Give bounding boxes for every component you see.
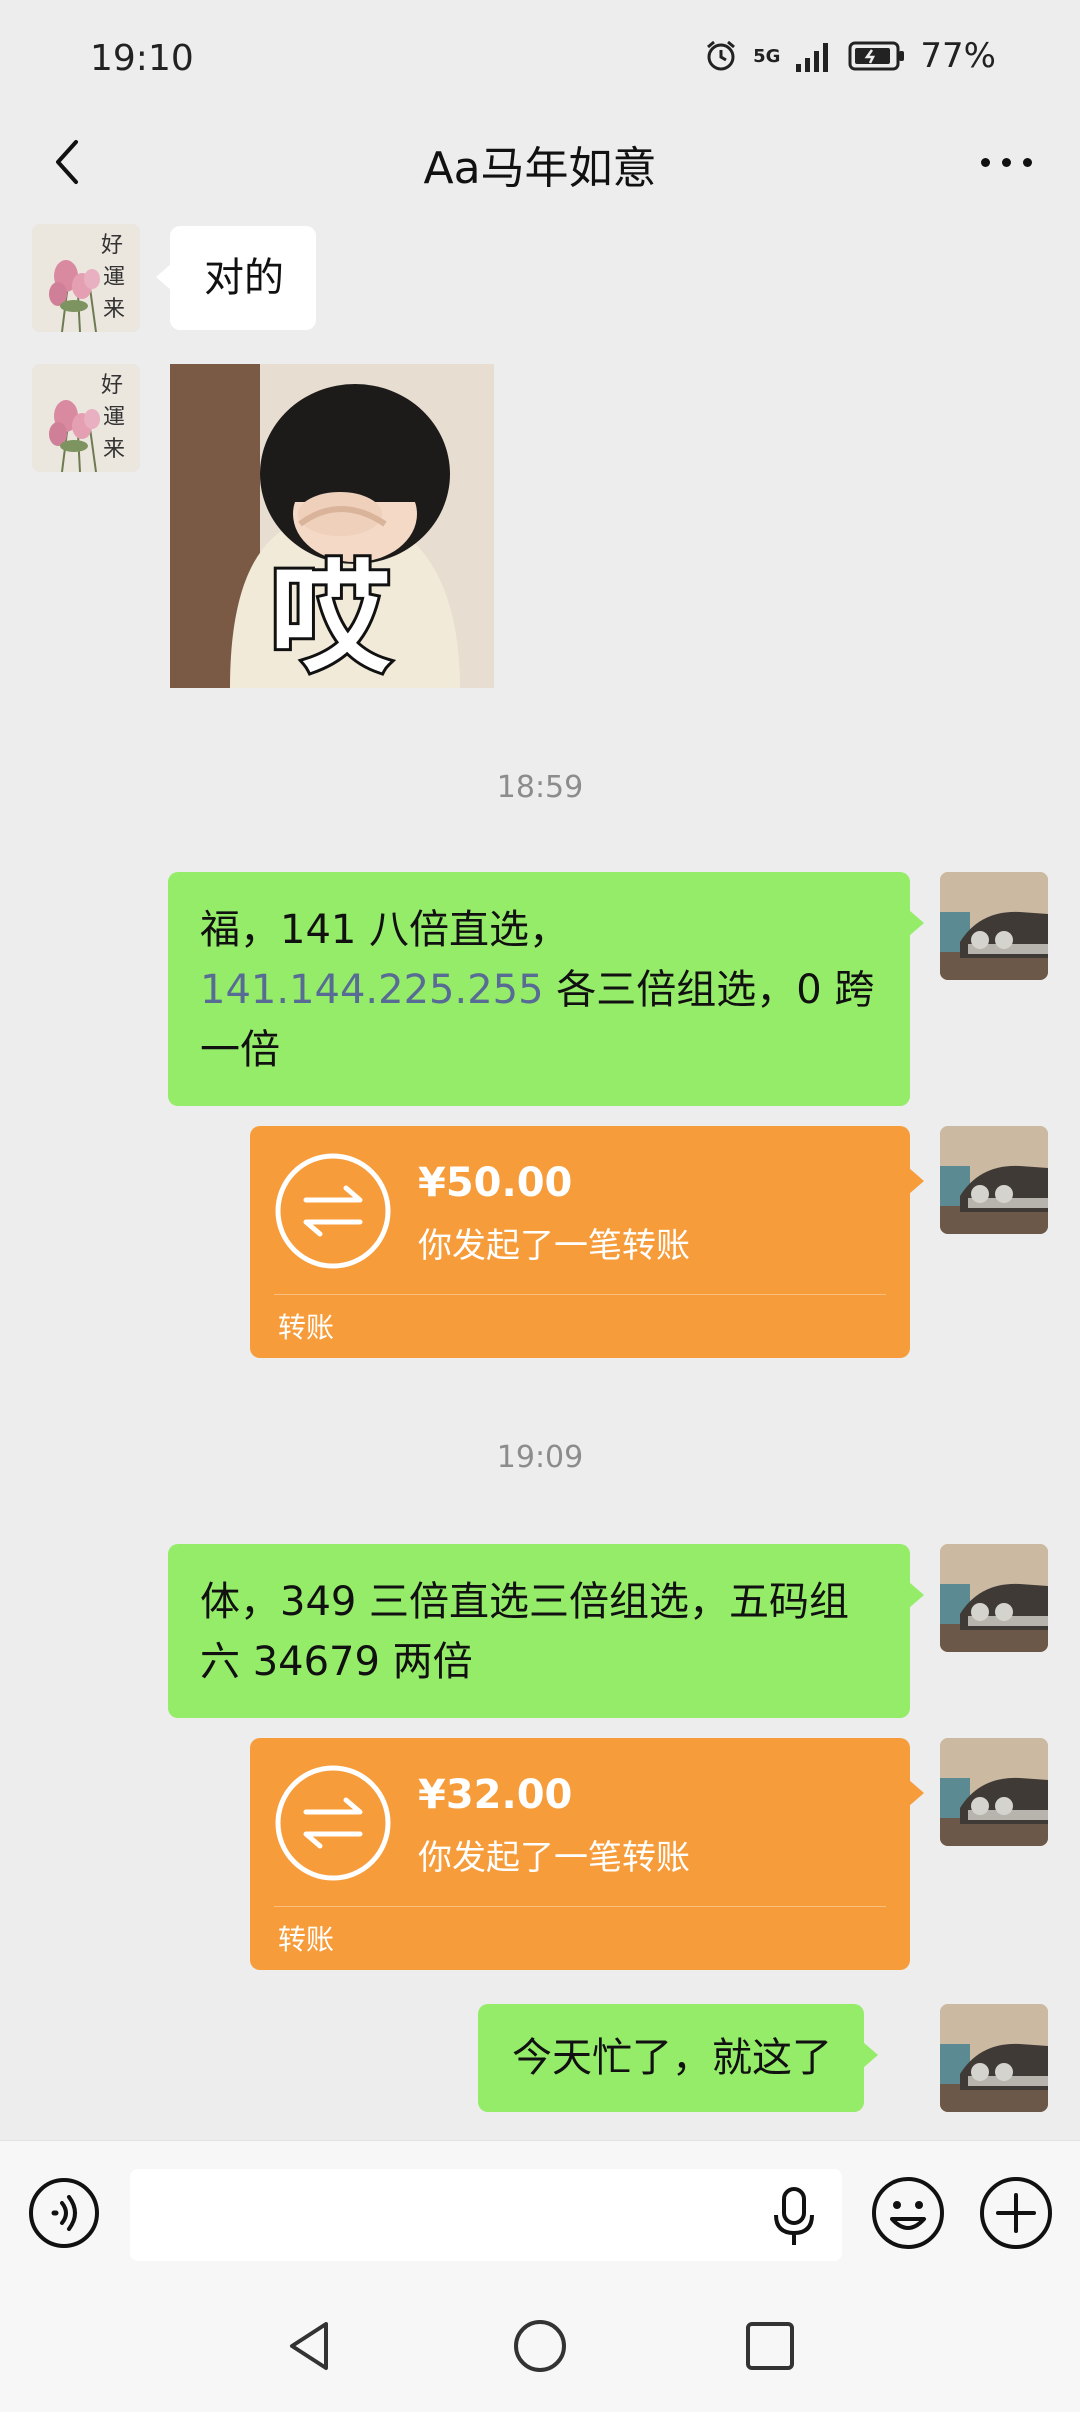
transfer-amount: ¥50.00 [418, 1160, 573, 1206]
message-bubble-sent[interactable]: 今天忙了，就这了 [478, 2004, 878, 2112]
transfer-arrows-icon [275, 1765, 391, 1881]
message-text: 对的 [204, 255, 284, 301]
message-link[interactable]: 141.144.225.255 [200, 967, 544, 1013]
status-indicators: 5G 77% [703, 36, 996, 76]
vintage-car-image [940, 1738, 1048, 1846]
voice-icon[interactable] [28, 2177, 100, 2249]
self-avatar[interactable] [940, 2004, 1048, 2112]
sticker-caption: 哎 [270, 550, 391, 688]
vintage-car-image [940, 1126, 1048, 1234]
self-avatar[interactable] [940, 872, 1048, 980]
avatar-calligraphy-2: 運 [103, 405, 125, 430]
message-bubble-received[interactable]: 对的 [156, 226, 316, 330]
transfer-arrows-icon [275, 1153, 391, 1269]
more-dots-icon [1001, 157, 1011, 167]
sticker-image[interactable]: 哎 [170, 364, 494, 688]
self-avatar[interactable] [940, 1126, 1048, 1234]
nav-recent-apps-icon[interactable] [740, 2316, 800, 2376]
microphone-icon[interactable] [772, 2187, 816, 2247]
more-dots-icon [1022, 157, 1032, 167]
transfer-card[interactable]: ¥50.00 你发起了一笔转账 转账 [250, 1126, 924, 1358]
plus-icon[interactable] [978, 2175, 1054, 2251]
message-input[interactable] [130, 2169, 842, 2261]
transfer-card[interactable]: ¥32.00 你发起了一笔转账 转账 [250, 1738, 924, 1970]
message-bubble-sent[interactable]: 体，349 三倍直选三倍组选，五码组六 34679 两倍 [168, 1544, 924, 1718]
self-avatar[interactable] [940, 1738, 1048, 1846]
message-text: 体，349 三倍直选三倍组选，五码组六 34679 两倍 [200, 1579, 850, 1685]
emoji-icon[interactable] [870, 2175, 946, 2251]
avatar-calligraphy-3: 来 [103, 297, 125, 322]
battery-icon [848, 41, 905, 71]
signal-icon [796, 43, 829, 72]
message-bubble-sent[interactable]: 福，141 八倍直选，141.144.225.255 各三倍组选，0 跨一倍 [168, 872, 924, 1106]
status-time: 19:10 [90, 38, 194, 79]
self-avatar[interactable] [940, 1544, 1048, 1652]
system-nav-bar [0, 2280, 1080, 2412]
message-text-part: 福，141 八倍直选， [200, 907, 570, 953]
transfer-divider [274, 1294, 886, 1295]
battery-percentage: 77% [920, 36, 996, 76]
time-separator: 18:59 [496, 770, 584, 805]
alarm-icon [707, 40, 736, 71]
avatar-calligraphy-1: 好 [101, 233, 123, 258]
transfer-label: 转账 [278, 1923, 335, 1956]
message-text: 今天忙了，就这了 [512, 2035, 832, 2081]
avatar-calligraphy-2: 運 [103, 265, 125, 290]
transfer-amount: ¥32.00 [418, 1772, 573, 1818]
time-separator: 19:09 [496, 1440, 584, 1475]
message-text: 福，141 八倍直选，141.144.225.255 各三倍组选，0 跨一倍 [200, 907, 874, 1073]
transfer-description: 你发起了一笔转账 [418, 1838, 690, 1878]
input-bar [0, 2140, 1080, 2280]
nav-back-icon[interactable] [280, 2316, 340, 2376]
more-button[interactable] [958, 130, 1054, 194]
contact-avatar[interactable]: 好 運 来 [32, 364, 140, 472]
nav-home-icon[interactable] [510, 2316, 570, 2376]
transfer-divider [274, 1906, 886, 1907]
network-type-label: 5G [753, 45, 781, 67]
lotus-flower-image: 好 運 来 [32, 364, 140, 472]
status-bar: 19:10 5G 77% [0, 0, 1080, 120]
vintage-car-image [940, 2004, 1048, 2112]
transfer-label: 转账 [278, 1311, 335, 1344]
chat-title: Aa马年如意 [423, 143, 657, 194]
more-dots-icon [980, 157, 990, 167]
avatar-calligraphy-3: 来 [103, 437, 125, 462]
chat-header: Aa马年如意 [0, 120, 1080, 204]
avatar-calligraphy-1: 好 [101, 373, 123, 398]
sticker-drawing: 哎 [170, 364, 494, 688]
vintage-car-image [940, 872, 1048, 980]
vintage-car-image [940, 1544, 1048, 1652]
transfer-description: 你发起了一笔转账 [418, 1226, 690, 1266]
contact-avatar[interactable]: 好 運 来 [32, 224, 140, 332]
lotus-flower-image: 好 運 来 [32, 224, 140, 332]
